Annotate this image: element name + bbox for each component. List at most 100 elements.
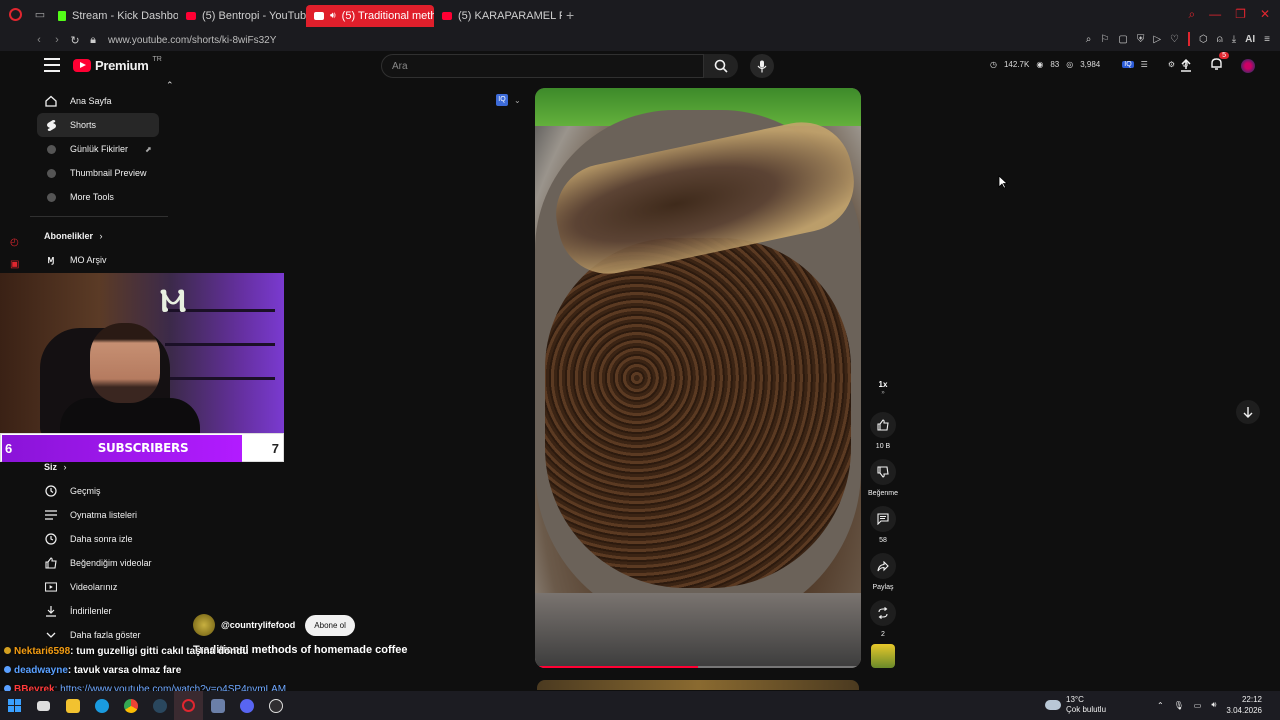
volume-icon[interactable]: 🔊︎ [1211,700,1216,710]
channel-avatar[interactable] [193,614,215,636]
extensions-icon[interactable]: ⬡ [1199,34,1208,45]
sidebar-item-mo-arsiv[interactable]: Ɱ MO Arşiv [37,248,159,272]
vidiq-icon[interactable]: IQ [1122,61,1134,68]
channel-thumbnail[interactable] [871,644,895,668]
comments-button[interactable]: 58 [868,506,898,544]
taskbar-app[interactable] [203,691,232,720]
subscriber-goal-bar: SUBSCRIBERS 6 7 [0,433,284,462]
sidebar-item-label: Beğendiğim videolar [70,558,152,568]
separator [1188,32,1190,46]
search-input[interactable]: Ara [381,54,704,78]
next-short-button[interactable] [1236,400,1260,424]
chat-message: deadwayne: tavuk varsa olmaz fare [4,665,181,676]
tab-bentropi[interactable]: (5) Bentropi - YouTube [178,5,306,27]
maximize-icon[interactable]: ❐ [1235,7,1246,22]
sidebar-item-history[interactable]: Geçmiş [37,479,159,503]
cloud-icon [1045,700,1061,710]
play-icon[interactable]: ▷ [1153,34,1161,45]
sidebar-app-icon[interactable]: ▣ [10,259,19,270]
tab-karaparamel[interactable]: (5) KARAPARAMEL FETTO [434,5,562,27]
collapse-caret-icon[interactable]: ⌃ [166,80,174,91]
close-icon[interactable]: ✕ [1260,7,1270,22]
history-icon [45,485,57,497]
heart-icon[interactable]: ♡ [1170,34,1179,45]
shorts-extension-toggle[interactable]: IQ ⌄ [496,94,521,106]
chat-message: Nektari6598: tum guzelligi gitti cakıl t… [4,646,249,657]
minimize-icon[interactable]: — [1209,7,1221,22]
list-icon[interactable]: ☰ [1141,60,1148,69]
channel-name[interactable]: @countrylifefood [221,620,295,630]
ai-button[interactable]: AI [1245,34,1255,45]
subscriptions-heading[interactable]: Abonelikler › [44,231,103,241]
taskbar-discord[interactable] [232,691,261,720]
snapshot-icon[interactable]: ▢ [1118,34,1127,45]
sidebar-item-your-videos[interactable]: Videolarınız [37,575,159,599]
forward-icon[interactable]: › [48,34,66,46]
back-icon[interactable]: ‹ [30,34,48,46]
next-short-preview[interactable] [537,680,859,690]
sidebar-item-show-more[interactable]: Daha fazla göster [37,623,159,647]
player-icon[interactable]: ◴ [10,237,19,248]
url-field[interactable]: www.youtube.com/shorts/ki-8wiFs32Y [108,35,276,46]
window-controls: ⌕ — ❐ ✕ [1188,7,1270,22]
display-icon[interactable]: ▭ [1194,701,1202,710]
weather-widget[interactable]: 13°C Çok bulutlu [1045,695,1106,715]
sidebar-item-thumbnail-preview[interactable]: Thumbnail Preview [37,161,159,185]
tray-expand-icon[interactable]: ⌃ [1157,701,1164,710]
search-button[interactable] [704,54,738,78]
sidebar-item-label: İndirilenler [70,606,112,616]
you-heading[interactable]: Siz › [44,462,67,472]
dislike-button[interactable]: Beğenme [868,459,898,497]
menu-icon[interactable]: ≡ [1264,34,1270,45]
taskbar-edge[interactable] [87,691,116,720]
profile-icon[interactable]: ⍝ [1217,34,1223,45]
notifications-button[interactable]: 5 [1210,52,1229,74]
sidebar-item-watch-later[interactable]: Daha sonra izle [37,527,159,551]
download-icon[interactable]: ⤓ [1232,34,1236,45]
share-button[interactable]: Paylaş [868,553,898,591]
bookmark-icon[interactable]: ⚐ [1100,34,1109,45]
youtube-logo[interactable]: Premium TR [73,56,162,73]
search-tabs-icon[interactable]: ⌕ [1188,7,1195,22]
speaker-icon[interactable]: 🔊︎ [330,10,336,21]
sidebar-item-downloads[interactable]: İndirilenler [37,599,159,623]
remix-button[interactable]: 2 [868,600,898,638]
upload-icon[interactable] [1180,59,1192,72]
taskbar-steam[interactable] [145,691,174,720]
video-progress-bar[interactable] [535,666,861,668]
subscribe-button[interactable]: Abone ol [305,614,355,636]
microphone-icon[interactable]: 🎙︎ [1174,701,1184,710]
shorts-video-player[interactable] [535,88,861,668]
opera-logo-icon[interactable] [0,0,30,29]
divider [30,216,168,217]
like-button[interactable]: 10 B [868,412,898,450]
taskbar-explorer[interactable] [58,691,87,720]
start-button[interactable] [0,691,29,720]
settings-icon[interactable]: ⚙ [1168,60,1175,69]
sidebar-item-home[interactable]: Ana Sayfa [37,89,159,113]
sidebar-item-liked-videos[interactable]: Beğendiğim videolar [37,551,159,575]
likes-count: 83 [1050,60,1060,69]
sidebar-item-shorts[interactable]: Shorts [37,113,159,137]
home-icon [45,95,57,107]
hamburger-menu-icon[interactable] [44,58,60,72]
taskbar-chrome[interactable] [116,691,145,720]
task-view-button[interactable] [29,691,58,720]
reload-icon[interactable]: ↻ [66,34,84,47]
sidebar-item-gunluk-fikirler[interactable]: Günlük Fikirler ⬈ [37,137,159,161]
tab-kick-dashboard[interactable]: Stream - Kick Dashboard [50,5,178,27]
new-tab-button[interactable]: + [566,7,574,23]
taskbar-obs[interactable] [261,691,290,720]
subscriber-goal: 7 [271,441,279,456]
playback-speed-button[interactable]: 1x » [868,376,898,396]
tab-traditional-method[interactable]: 🔊︎ (5) Traditional method [306,4,434,27]
sidebar-item-more-tools[interactable]: More Tools [37,185,159,209]
clock[interactable]: 22:12 3.04.2026 [1226,694,1262,716]
user-avatar[interactable] [1241,58,1255,73]
zoom-icon[interactable]: ⌕ [1086,34,1092,45]
voice-search-button[interactable] [750,54,774,78]
sidebar-item-playlists[interactable]: Oynatma listeleri [37,503,159,527]
shield-icon[interactable]: ⛨ [1137,34,1145,45]
taskbar-opera[interactable] [174,691,203,720]
tab-menu-icon[interactable]: ▭ [30,8,50,21]
